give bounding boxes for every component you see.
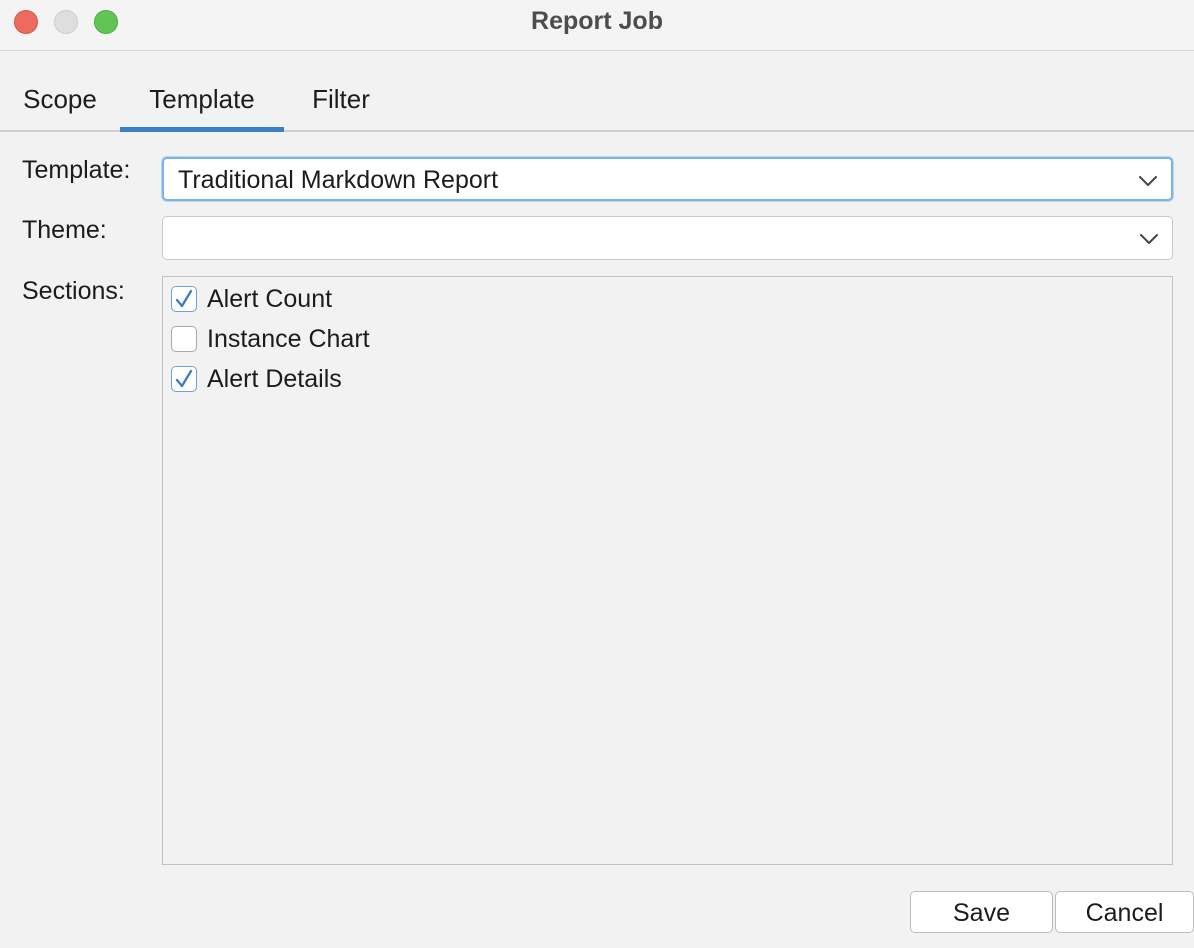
checkmark-icon [175,369,193,388]
window-title: Report Job [531,7,663,35]
tab-template[interactable]: Template [120,72,284,132]
instance-chart-checkbox[interactable] [171,326,197,352]
template-label: Template: [22,156,131,184]
template-select-value: Traditional Markdown Report [178,166,499,194]
title-bar[interactable]: Report Job [0,0,1194,51]
theme-select[interactable] [162,216,1173,260]
theme-label: Theme: [22,216,107,244]
sections-list: Alert Count Instance Chart Alert Details [162,276,1173,865]
section-item-alert-details[interactable]: Alert Details [171,363,342,395]
section-item-label: Alert Count [207,284,333,313]
sections-label: Sections: [22,277,125,305]
section-item-alert-count[interactable]: Alert Count [171,283,332,315]
tab-filter[interactable]: Filter [284,72,398,130]
tab-bar: Scope Template Filter [0,72,1194,132]
cancel-button[interactable]: Cancel [1055,891,1194,933]
chevron-down-icon [1140,234,1158,244]
section-item-label: Instance Chart [207,324,370,353]
report-job-window: Report Job Scope Template Filter Templat… [0,0,1194,948]
section-item-label: Alert Details [207,364,342,393]
template-select[interactable]: Traditional Markdown Report [162,157,1173,201]
save-button[interactable]: Save [910,891,1053,933]
checkmark-icon [175,289,193,308]
tab-scope[interactable]: Scope [0,72,120,130]
alert-count-checkbox[interactable] [171,286,197,312]
section-item-instance-chart[interactable]: Instance Chart [171,323,370,355]
alert-details-checkbox[interactable] [171,366,197,392]
chevron-down-icon [1139,176,1157,186]
